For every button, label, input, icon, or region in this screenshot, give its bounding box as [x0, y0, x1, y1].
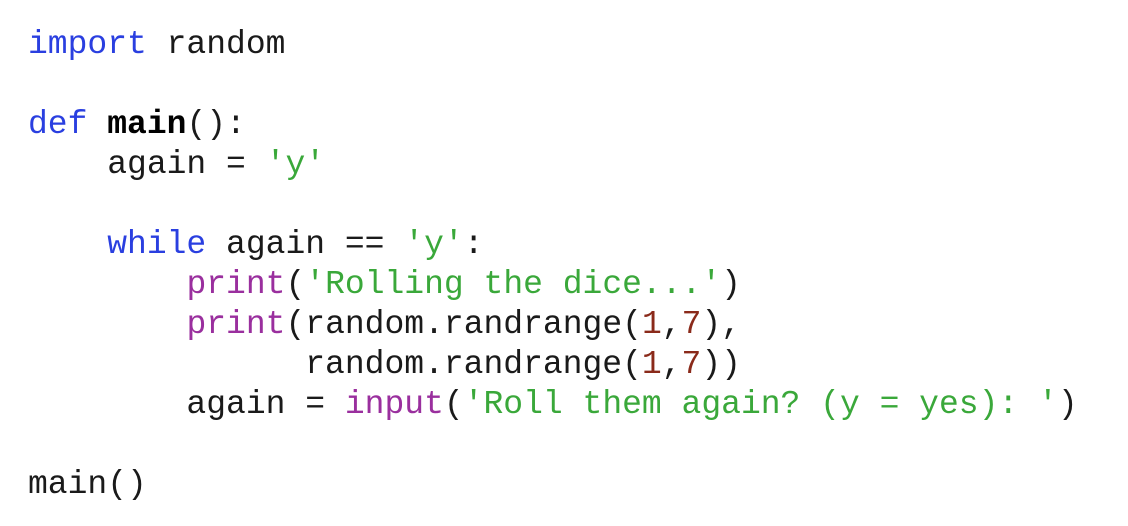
keyword-token: import: [28, 26, 147, 63]
string-token: 'Rolling the dice...': [305, 266, 722, 303]
code-token: ): [721, 266, 741, 303]
code-token: ():: [186, 106, 246, 143]
code-token: ,: [661, 306, 682, 343]
code-token: again ==: [206, 226, 405, 263]
number-token: 7: [681, 346, 702, 383]
code-line: import random: [28, 25, 1078, 65]
code-token: (: [285, 266, 306, 303]
code-token: ): [1057, 386, 1078, 423]
code-token: (random.randrange(: [285, 306, 642, 343]
code-token: )): [701, 346, 741, 383]
code-line: again = 'y': [28, 145, 1078, 185]
code-line: print('Rolling the dice...'): [28, 265, 1078, 305]
code-token: (: [443, 386, 464, 423]
code-line: print(random.randrange(1,7),: [28, 305, 1078, 345]
code-line: def main():: [28, 105, 1078, 145]
code-line: while again == 'y':: [28, 225, 1078, 265]
code-line: again = input('Roll them again? (y = yes…: [28, 385, 1078, 425]
builtin-token: print: [186, 266, 286, 303]
code-token: again =: [28, 146, 266, 183]
string-token: 'Roll them again? (y = yes): ': [463, 386, 1058, 423]
code-token: random: [146, 26, 286, 63]
number-token: 1: [641, 346, 662, 383]
code-token: :: [463, 226, 484, 263]
code-line: main(): [28, 465, 1078, 505]
string-token: 'y': [265, 146, 326, 183]
string-token: 'y': [404, 226, 464, 263]
code-line: random.randrange(1,7)): [28, 345, 1078, 385]
code-token: ),: [701, 306, 741, 343]
code-token: random.randrange(: [28, 346, 642, 383]
function-name-token: main: [107, 106, 187, 143]
keyword-token: while: [107, 226, 207, 263]
number-token: 1: [641, 306, 662, 343]
number-token: 7: [681, 306, 702, 343]
keyword-token: def: [28, 106, 88, 143]
code-token: ,: [661, 346, 682, 383]
builtin-token: print: [186, 306, 286, 343]
code-block: import random def main(): again = 'y' wh…: [28, 25, 1078, 505]
builtin-token: input: [344, 386, 444, 423]
code-token: again =: [28, 386, 345, 423]
code-token: main(): [28, 466, 147, 503]
